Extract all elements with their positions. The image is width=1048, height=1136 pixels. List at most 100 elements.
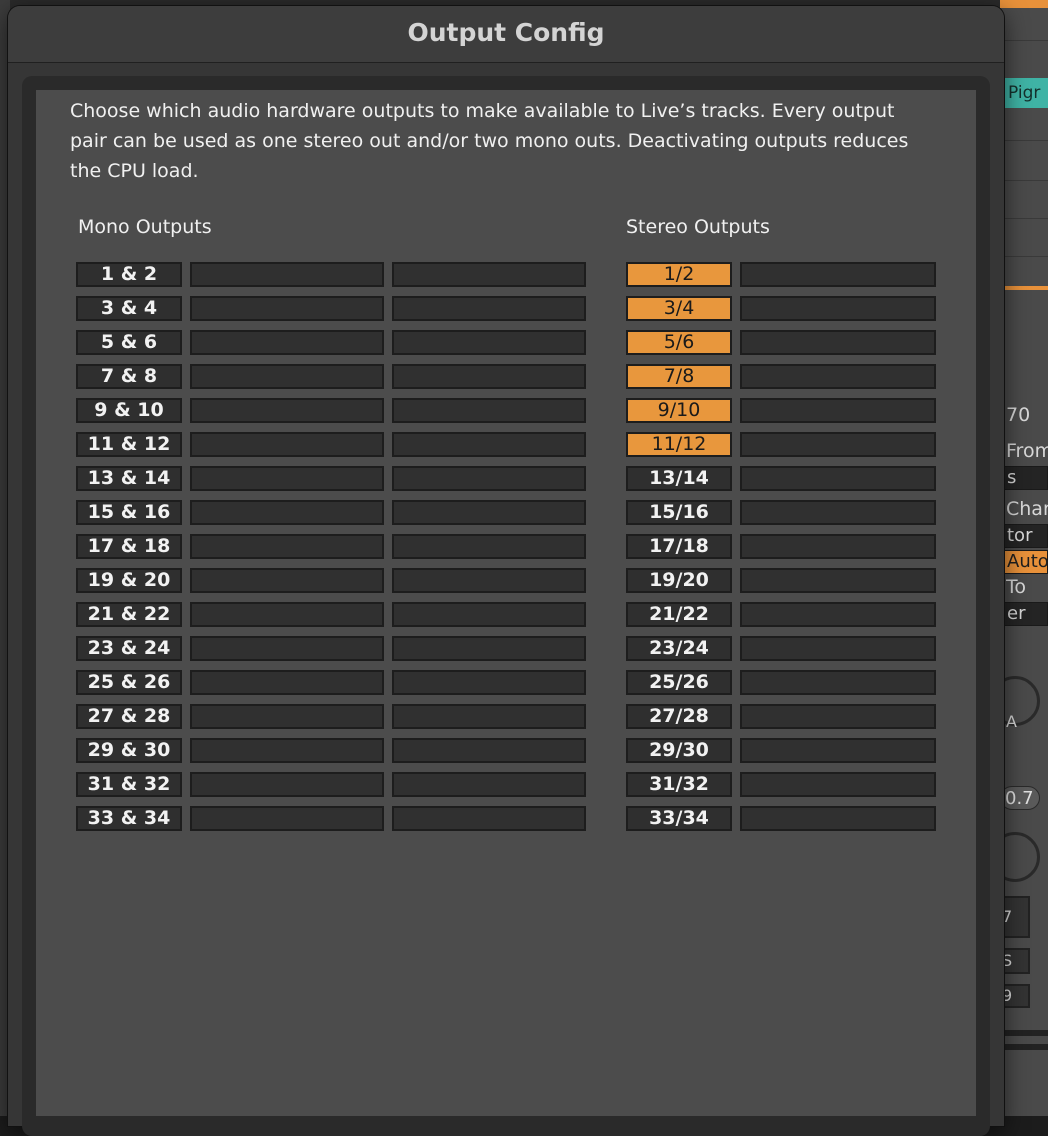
mono-right-channel-name[interactable]: [392, 704, 586, 729]
stereo-pair-button[interactable]: 19/20: [626, 568, 732, 593]
stereo-pair-button[interactable]: 5/6: [626, 330, 732, 355]
mono-left-channel-name[interactable]: [190, 806, 384, 831]
background-value-pill[interactable]: 0.7: [1000, 786, 1040, 810]
mono-right-channel-name[interactable]: [392, 262, 586, 287]
dialog-titlebar[interactable]: Output Config: [8, 6, 1004, 63]
stereo-channel-name[interactable]: [740, 330, 936, 355]
mono-left-channel-name[interactable]: [190, 500, 384, 525]
mono-left-channel-name[interactable]: [190, 704, 384, 729]
stereo-channel-name[interactable]: [740, 432, 936, 457]
stereo-pair-button[interactable]: 13/14: [626, 466, 732, 491]
background-field[interactable]: er: [1002, 602, 1048, 626]
mono-left-channel-name[interactable]: [190, 772, 384, 797]
mono-pair-button[interactable]: 27 & 28: [76, 704, 182, 729]
background-box[interactable]: 7: [1000, 896, 1030, 938]
mono-pair-button[interactable]: 13 & 14: [76, 466, 182, 491]
stereo-pair-button[interactable]: 29/30: [626, 738, 732, 763]
stereo-channel-name[interactable]: [740, 738, 936, 763]
mono-right-channel-name[interactable]: [392, 772, 586, 797]
mono-right-channel-name[interactable]: [392, 738, 586, 763]
mono-pair-button[interactable]: 33 & 34: [76, 806, 182, 831]
mono-right-channel-name[interactable]: [392, 670, 586, 695]
background-text: From: [1006, 440, 1048, 462]
stereo-pair-button[interactable]: 21/22: [626, 602, 732, 627]
mono-left-channel-name[interactable]: [190, 636, 384, 661]
stereo-pair-button[interactable]: 15/16: [626, 500, 732, 525]
mono-left-channel-name[interactable]: [190, 398, 384, 423]
mono-right-channel-name[interactable]: [392, 602, 586, 627]
background-track-tag[interactable]: Pigr: [1000, 78, 1048, 108]
mono-right-channel-name[interactable]: [392, 296, 586, 321]
background-field[interactable]: s: [1002, 466, 1048, 490]
mono-pair-button[interactable]: 9 & 10: [76, 398, 182, 423]
mono-pair-button[interactable]: 31 & 32: [76, 772, 182, 797]
stereo-channel-name[interactable]: [740, 772, 936, 797]
mono-pair-button[interactable]: 17 & 18: [76, 534, 182, 559]
stereo-pair-button[interactable]: 1/2: [626, 262, 732, 287]
background-text: A: [1006, 712, 1017, 731]
mono-pair-button[interactable]: 21 & 22: [76, 602, 182, 627]
mono-left-channel-name[interactable]: [190, 330, 384, 355]
mono-right-channel-name[interactable]: [392, 364, 586, 389]
mono-left-channel-name[interactable]: [190, 568, 384, 593]
background-box[interactable]: 9: [1000, 984, 1030, 1008]
background-auto-button[interactable]: Auto: [1002, 550, 1048, 574]
background-accent-bar: [1000, 0, 1048, 8]
mono-pair-button[interactable]: 11 & 12: [76, 432, 182, 457]
mono-left-channel-name[interactable]: [190, 364, 384, 389]
stereo-channel-name[interactable]: [740, 534, 936, 559]
stereo-channel-name[interactable]: [740, 806, 936, 831]
stereo-pair-button[interactable]: 9/10: [626, 398, 732, 423]
mono-left-channel-name[interactable]: [190, 534, 384, 559]
stereo-channel-name[interactable]: [740, 602, 936, 627]
mono-pair-button[interactable]: 25 & 26: [76, 670, 182, 695]
mono-right-channel-name[interactable]: [392, 330, 586, 355]
mono-left-channel-name[interactable]: [190, 432, 384, 457]
mono-left-channel-name[interactable]: [190, 738, 384, 763]
stereo-channel-name[interactable]: [740, 704, 936, 729]
background-accent-line: [1000, 286, 1048, 290]
stereo-channel-name[interactable]: [740, 466, 936, 491]
stereo-channel-name[interactable]: [740, 296, 936, 321]
mono-right-channel-name[interactable]: [392, 636, 586, 661]
mono-pair-button[interactable]: 19 & 20: [76, 568, 182, 593]
stereo-pair-button[interactable]: 25/26: [626, 670, 732, 695]
mono-pair-button[interactable]: 15 & 16: [76, 500, 182, 525]
mono-right-channel-name[interactable]: [392, 568, 586, 593]
mono-pair-button[interactable]: 5 & 6: [76, 330, 182, 355]
stereo-pair-button[interactable]: 11/12: [626, 432, 732, 457]
stereo-channel-name[interactable]: [740, 398, 936, 423]
mono-left-channel-name[interactable]: [190, 602, 384, 627]
stereo-channel-name[interactable]: [740, 568, 936, 593]
mono-left-channel-name[interactable]: [190, 670, 384, 695]
mono-left-channel-name[interactable]: [190, 466, 384, 491]
mono-left-channel-name[interactable]: [190, 296, 384, 321]
mono-pair-button[interactable]: 29 & 30: [76, 738, 182, 763]
mono-pair-button[interactable]: 23 & 24: [76, 636, 182, 661]
mono-pair-button[interactable]: 7 & 8: [76, 364, 182, 389]
mono-right-channel-name[interactable]: [392, 432, 586, 457]
stereo-pair-button[interactable]: 31/32: [626, 772, 732, 797]
stereo-channel-name[interactable]: [740, 500, 936, 525]
mono-pair-button[interactable]: 1 & 2: [76, 262, 182, 287]
stereo-pair-button[interactable]: 7/8: [626, 364, 732, 389]
mono-right-channel-name[interactable]: [392, 806, 586, 831]
stereo-pair-button[interactable]: 27/28: [626, 704, 732, 729]
mono-pair-button[interactable]: 3 & 4: [76, 296, 182, 321]
mono-right-channel-name[interactable]: [392, 466, 586, 491]
stereo-pair-button[interactable]: 3/4: [626, 296, 732, 321]
stereo-pair-button[interactable]: 23/24: [626, 636, 732, 661]
mono-right-channel-name[interactable]: [392, 500, 586, 525]
background-divider: [1000, 1030, 1048, 1036]
mono-left-channel-name[interactable]: [190, 262, 384, 287]
stereo-channel-name[interactable]: [740, 670, 936, 695]
stereo-pair-button[interactable]: 33/34: [626, 806, 732, 831]
stereo-channel-name[interactable]: [740, 262, 936, 287]
background-box[interactable]: S: [1000, 948, 1030, 974]
background-field[interactable]: tor: [1002, 524, 1048, 548]
stereo-pair-button[interactable]: 17/18: [626, 534, 732, 559]
stereo-channel-name[interactable]: [740, 364, 936, 389]
mono-right-channel-name[interactable]: [392, 398, 586, 423]
mono-right-channel-name[interactable]: [392, 534, 586, 559]
stereo-channel-name[interactable]: [740, 636, 936, 661]
